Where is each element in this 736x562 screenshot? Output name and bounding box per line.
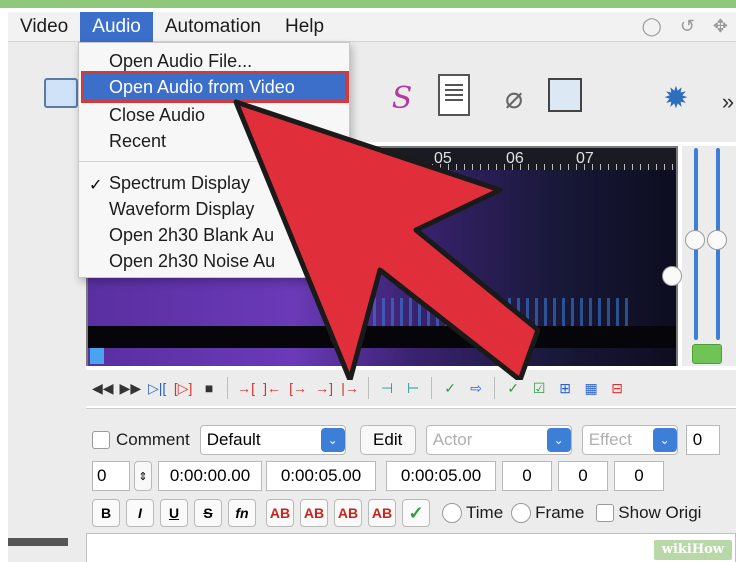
time-radio[interactable] bbox=[442, 503, 462, 523]
frame-border-top bbox=[0, 0, 736, 8]
watermark-logo: wikiHow bbox=[653, 540, 732, 560]
margin-left-field[interactable]: 0 bbox=[502, 461, 552, 491]
duration-field[interactable]: 0:00:05.00 bbox=[386, 461, 496, 491]
menubar: Video Audio Automation Help ◯ ↺ ✥ bbox=[8, 11, 736, 42]
margin-vertical-field[interactable]: 0 bbox=[614, 461, 664, 491]
audio-sliders bbox=[662, 146, 736, 366]
primary-color-button[interactable]: AB bbox=[266, 499, 294, 527]
comment-checkbox[interactable] bbox=[92, 431, 110, 449]
menu-audio[interactable]: Audio bbox=[80, 11, 153, 42]
menu-help[interactable]: Help bbox=[273, 12, 336, 42]
time-label: Time bbox=[466, 503, 504, 522]
separator bbox=[368, 377, 370, 399]
automation-star-icon[interactable]: ✹ bbox=[656, 78, 696, 118]
commit-check-button[interactable]: ✓ bbox=[402, 499, 430, 527]
secondary-color-button[interactable]: AB bbox=[300, 499, 328, 527]
bold-button[interactable]: B bbox=[92, 499, 120, 527]
crosshair-icon: ✥ bbox=[712, 16, 728, 36]
annotation-arrow-icon bbox=[233, 99, 540, 380]
menu-item-recent[interactable]: Recent bbox=[109, 131, 166, 152]
stop-button[interactable]: ■ bbox=[199, 376, 219, 400]
outline-color-button[interactable]: AB bbox=[334, 499, 362, 527]
show-original-checkbox[interactable] bbox=[596, 504, 615, 522]
separator bbox=[431, 377, 433, 399]
subtitle-text-box[interactable] bbox=[86, 533, 736, 562]
end-time-field[interactable]: 0:00:05.00 bbox=[266, 461, 376, 491]
shadow-color-button[interactable]: AB bbox=[368, 499, 396, 527]
effect-dropdown[interactable]: Effect ⌄ bbox=[581, 425, 678, 455]
volume-slider-knob[interactable] bbox=[707, 230, 727, 250]
layer-field[interactable]: 0 bbox=[685, 425, 720, 455]
karaoke-mode-button[interactable]: ⊟ bbox=[607, 376, 627, 400]
actor-dropdown[interactable]: Actor ⌄ bbox=[425, 425, 572, 455]
comment-label: Comment bbox=[116, 430, 190, 449]
left-panel-handle[interactable] bbox=[8, 538, 68, 546]
start-layer-field[interactable]: 0 bbox=[92, 461, 130, 491]
style-dropdown[interactable]: Default ⌄ bbox=[199, 425, 346, 455]
edit-row-3: B I U S fn AB AB AB AB ✓ Time Frame Show… bbox=[92, 499, 701, 527]
zoom-slider-knob[interactable] bbox=[685, 230, 705, 250]
menu-video[interactable]: Video bbox=[8, 12, 80, 42]
toolbar-overflow-icon[interactable]: » bbox=[708, 82, 736, 122]
scroll-thumb[interactable] bbox=[90, 348, 104, 364]
strikeout-button[interactable]: S bbox=[194, 499, 222, 527]
left-panel bbox=[8, 142, 86, 562]
spectrum-mode-button[interactable]: ▦ bbox=[581, 376, 601, 400]
margin-right-field[interactable]: 0 bbox=[558, 461, 608, 491]
menubar-status-icons: ◯ ↺ ✥ bbox=[642, 16, 728, 37]
chevron-down-icon: ⌄ bbox=[320, 428, 345, 452]
style-value: Default bbox=[206, 430, 261, 449]
menu-automation[interactable]: Automation bbox=[153, 12, 273, 42]
chevron-down-icon: ⌄ bbox=[546, 428, 571, 452]
separator bbox=[227, 377, 229, 399]
edit-row-1: Comment Default ⌄ Edit Actor ⌄ Effect ⌄ … bbox=[92, 425, 720, 455]
horizontal-zoom-knob[interactable] bbox=[662, 266, 682, 286]
auto-scroll-button[interactable]: ⊞ bbox=[555, 376, 575, 400]
chat-bubble-icon: ◯ bbox=[641, 16, 662, 36]
layer-stepper[interactable]: ⇕ bbox=[134, 461, 152, 491]
edit-style-button[interactable]: Edit bbox=[359, 425, 416, 455]
actor-placeholder: Actor bbox=[432, 430, 473, 449]
history-icon: ↺ bbox=[679, 16, 695, 36]
film-icon[interactable] bbox=[44, 78, 78, 108]
underline-button[interactable]: U bbox=[160, 499, 188, 527]
start-time-field[interactable]: 0:00:00.00 bbox=[158, 461, 262, 491]
separator bbox=[494, 377, 496, 399]
italic-button[interactable]: I bbox=[126, 499, 154, 527]
next-line-button[interactable]: ▶▶ bbox=[120, 376, 142, 400]
subtitle-edit-panel: Comment Default ⌄ Edit Actor ⌄ Effect ⌄ … bbox=[86, 408, 736, 562]
play-selection-button[interactable]: [▷] bbox=[173, 376, 193, 400]
checkmark-icon: ✓ bbox=[89, 177, 103, 194]
menu-item-open-audio-file[interactable]: Open Audio File... bbox=[109, 51, 252, 72]
previous-line-button[interactable]: ◀◀ bbox=[92, 376, 114, 400]
link-sliders-button[interactable] bbox=[692, 344, 722, 364]
frame-label: Frame bbox=[535, 503, 585, 522]
menu-item-close-audio[interactable]: Close Audio bbox=[109, 105, 205, 126]
edit-row-2: 0 ⇕ 0:00:00.00 0:00:05.00 0:00:05.00 0 0… bbox=[92, 461, 664, 491]
play-selection-begin-button[interactable]: ▷|[ bbox=[147, 376, 167, 400]
font-button[interactable]: fn bbox=[228, 499, 256, 527]
effect-placeholder: Effect bbox=[588, 430, 632, 449]
show-original-label: Show Origi bbox=[618, 503, 702, 522]
chevron-down-icon: ⌄ bbox=[652, 428, 677, 452]
frame-radio[interactable] bbox=[511, 503, 532, 523]
copy-text-icon[interactable] bbox=[548, 78, 582, 112]
